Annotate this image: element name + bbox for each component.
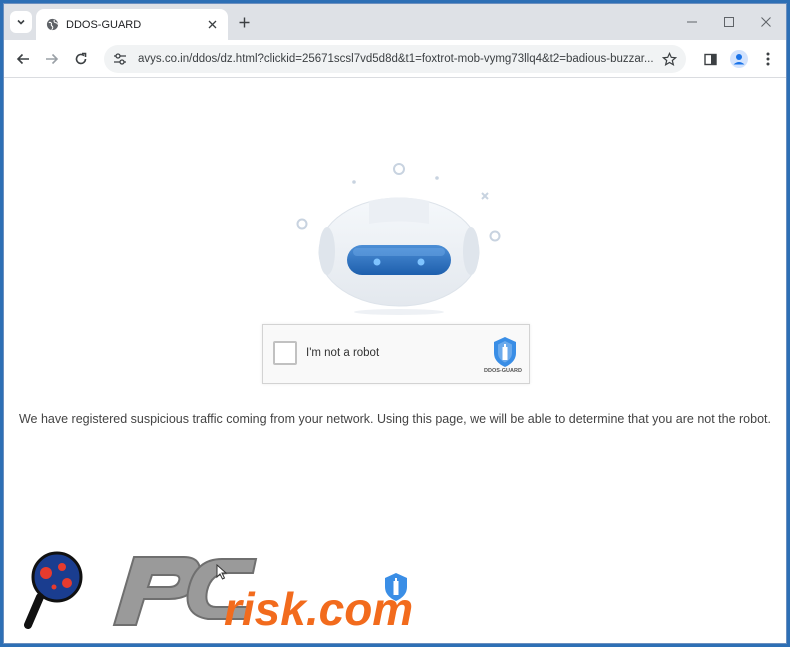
tab-title: DDOS-GUARD xyxy=(66,18,142,31)
tab-search-button[interactable] xyxy=(10,11,32,33)
window-close-button[interactable] xyxy=(756,12,776,32)
forward-button[interactable] xyxy=(42,49,62,69)
active-tab[interactable]: DDOS-GUARD xyxy=(36,9,228,40)
tune-icon xyxy=(114,53,126,65)
checkbox-label: I'm not a robot xyxy=(306,347,380,359)
side-panel-icon xyxy=(703,53,717,65)
minimize-icon xyxy=(687,21,697,23)
captcha-brand: DDOS-GUARD xyxy=(484,368,522,374)
side-panel-button[interactable] xyxy=(700,49,720,69)
reload-icon xyxy=(75,52,87,65)
page-content: I'm not a robot DDOS-GUARD We have regis… xyxy=(4,79,786,643)
menu-button[interactable] xyxy=(758,49,778,69)
globe-icon xyxy=(46,18,59,31)
address-bar[interactable]: avys.co.in/ddos/dz.html?clickid=25671scs… xyxy=(104,45,686,73)
arrow-right-icon xyxy=(46,53,59,65)
new-tab-button[interactable] xyxy=(234,12,254,32)
maximize-button[interactable] xyxy=(719,12,739,32)
browser-window: DDOS-GUARD avys.co.in/ddos/dz.html?click… xyxy=(3,3,787,644)
mouse-cursor-icon xyxy=(216,564,228,580)
url-text[interactable]: avys.co.in/ddos/dz.html?clickid=25671scs… xyxy=(138,53,658,65)
chevron-down-icon xyxy=(17,19,25,25)
bookmark-button[interactable] xyxy=(658,48,680,70)
close-icon xyxy=(761,17,771,27)
minimize-button[interactable] xyxy=(682,12,702,32)
site-info-button[interactable] xyxy=(106,45,134,73)
browser-toolbar: avys.co.in/ddos/dz.html?clickid=25671scs… xyxy=(4,40,786,78)
arrow-left-icon xyxy=(16,53,29,65)
maximize-icon xyxy=(724,17,734,27)
captcha-widget: I'm not a robot DDOS-GUARD xyxy=(262,324,530,384)
profile-button[interactable] xyxy=(729,49,749,69)
more-vert-icon xyxy=(766,52,770,66)
avatar-icon xyxy=(730,50,748,68)
star-icon xyxy=(661,51,677,66)
tab-bar: DDOS-GUARD xyxy=(4,4,786,40)
robot-illustration xyxy=(296,163,501,315)
close-icon xyxy=(208,20,216,29)
tab-close-button[interactable] xyxy=(204,17,220,33)
shield-icon xyxy=(385,573,407,601)
plus-icon xyxy=(239,17,249,27)
not-robot-checkbox[interactable] xyxy=(273,341,297,365)
back-button[interactable] xyxy=(13,49,33,69)
warning-message: We have registered suspicious traffic co… xyxy=(18,412,771,426)
reload-button[interactable] xyxy=(71,49,91,69)
